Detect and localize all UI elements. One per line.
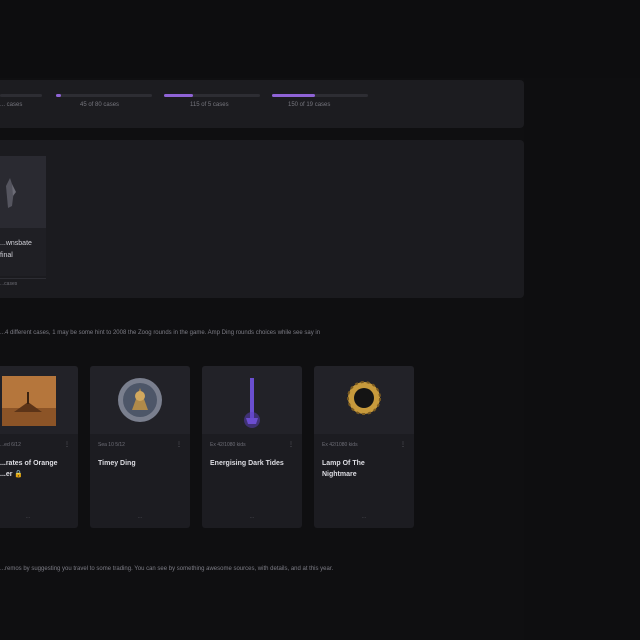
achievement-card[interactable]: ...ed 6/12 ⋮ ...rates of Orange ...er 🔒 … (0, 366, 78, 528)
featured-card[interactable]: ...wnsbate final (0, 156, 46, 276)
achievement-art (90, 366, 190, 434)
dark-ring-icon (347, 381, 381, 415)
right-sidebar (524, 78, 640, 640)
achievement-art (314, 366, 414, 434)
achievement-meta: Ex 42/1080 kids (210, 442, 246, 448)
desert-tower-icon (2, 376, 56, 426)
progress-fill (272, 94, 316, 97)
achievement-footer: ... (361, 514, 367, 520)
achievement-card[interactable]: Ex 42/1080 kids ⋮ Lamp Of The Nightmare … (314, 366, 414, 528)
achievement-card[interactable]: Sea 10 5/12 ⋮ Timey Ding ... (90, 366, 190, 528)
more-options-icon[interactable]: ⋮ (64, 441, 70, 448)
progress-label: 115 of 5 cases (190, 102, 229, 108)
achievement-meta: ...ed 6/12 (0, 442, 21, 448)
progress-label: 45 of 80 cases (80, 102, 120, 108)
purple-spire-icon (244, 378, 260, 428)
featured-thumbnail (0, 156, 46, 228)
top-header (0, 0, 640, 78)
more-options-icon[interactable]: ⋮ (288, 441, 294, 448)
progress-item: ... cases (0, 94, 42, 124)
achievement-name: ...rates of Orange ...er 🔒 (0, 460, 58, 478)
more-options-icon[interactable]: ⋮ (400, 441, 406, 448)
progress-fill (164, 94, 193, 97)
progress-panel: ... cases 45 of 80 cases 115 of 5 cases … (0, 80, 524, 128)
featured-title: ...wnsbate final (0, 240, 32, 259)
achievement-footer: ... (249, 514, 255, 520)
figure-icon (0, 156, 46, 228)
achievement-name: Timey Ding (98, 460, 136, 467)
progress-label: ... cases (0, 102, 23, 108)
achievement-art (0, 366, 78, 434)
progress-item: 150 of 19 cases (272, 94, 368, 124)
progress-label: 150 of 19 cases (288, 102, 331, 108)
achievement-name: Energising Dark Tides (210, 460, 284, 467)
description-text: ...4 different cases, 1 may be some hint… (0, 330, 321, 336)
featured-footer: ...cases (0, 278, 46, 287)
progress-item: 45 of 80 cases (56, 94, 152, 124)
more-options-icon[interactable]: ⋮ (176, 441, 182, 448)
achievement-name: Lamp Of The Nightmare (322, 460, 365, 478)
achievement-art (202, 366, 302, 434)
footer-text: ...remos by suggesting you travel to som… (0, 566, 334, 572)
round-emblem-icon (118, 378, 162, 422)
progress-fill (56, 94, 61, 97)
achievement-meta: Sea 10 5/12 (98, 442, 125, 448)
achievement-footer: ... (25, 514, 31, 520)
achievement-card[interactable]: Ex 42/1080 kids ⋮ Energising Dark Tides … (202, 366, 302, 528)
featured-panel: ...wnsbate final (0, 140, 524, 298)
achievement-footer: ... (137, 514, 143, 520)
achievement-meta: Ex 42/1080 kids (322, 442, 358, 448)
progress-item: 115 of 5 cases (164, 94, 260, 124)
